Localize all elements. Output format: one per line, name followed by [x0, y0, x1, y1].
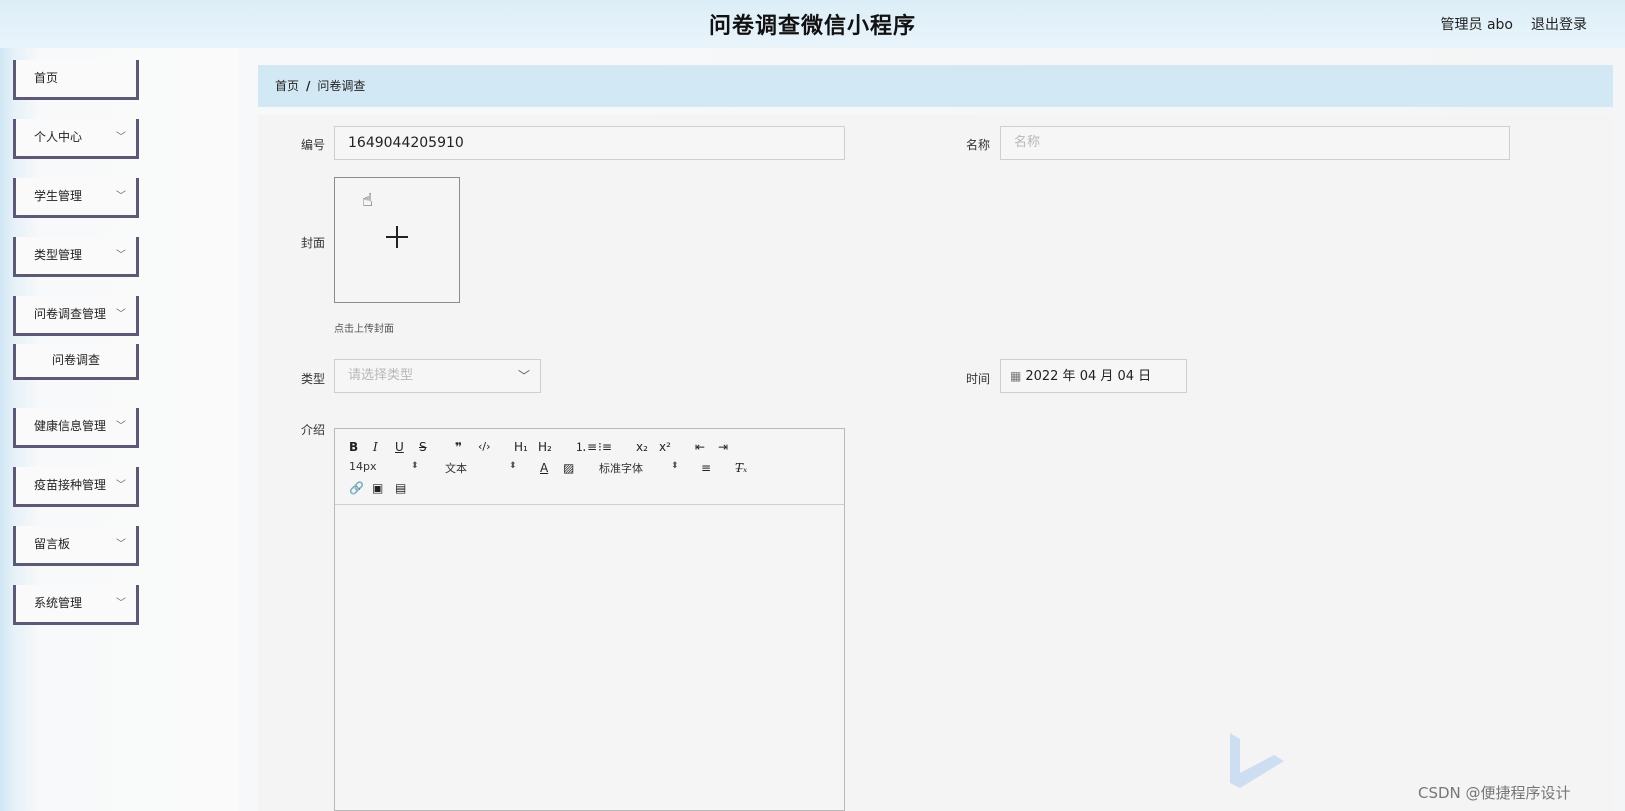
- breadcrumb-home[interactable]: 首页: [275, 79, 299, 93]
- date-picker[interactable]: ▦ 2022 年 04 月 04 日: [1000, 359, 1187, 393]
- sidebar-item-home[interactable]: 首页: [13, 60, 139, 100]
- cover-upload-hint: 点击上传封面: [334, 324, 394, 335]
- sidebar-item-label: 学生管理: [34, 189, 83, 203]
- sidebar-item-health-info-management[interactable]: 健康信息管理 ﹀: [13, 408, 139, 448]
- plus-icon: [386, 226, 408, 248]
- underline-button[interactable]: U: [395, 439, 404, 455]
- name-input[interactable]: 名称: [1000, 126, 1510, 160]
- updown-arrow-icon: ⬍: [509, 461, 517, 471]
- hand-cursor-icon: ☝: [362, 190, 373, 211]
- sidebar-item-survey-management[interactable]: 问卷调查管理 ﹀: [13, 296, 139, 336]
- font-size-select[interactable]: 14px ⬍: [349, 460, 419, 473]
- sidebar-item-personal-center[interactable]: 个人中心 ﹀: [13, 119, 139, 159]
- link-icon[interactable]: 🔗: [349, 480, 364, 496]
- chevron-down-icon: ﹀: [116, 539, 126, 550]
- video-icon[interactable]: ▤: [395, 480, 406, 496]
- sidebar-item-label: 留言板: [34, 537, 71, 551]
- bold-button[interactable]: B: [349, 439, 358, 455]
- header-select-value: 文本: [445, 462, 467, 475]
- number-label: 编号: [301, 138, 326, 152]
- font-family-value: 标准字体: [599, 462, 643, 475]
- chevron-down-icon: ﹀: [517, 369, 530, 383]
- bullet-list-icon[interactable]: ⁝≡: [598, 439, 612, 455]
- editor-toolbar: B I U S ❞ ‹/› H₁ H₂ ⒈≡ ⁝≡ x₂ x² ⇤ ⇥ 14px…: [335, 429, 844, 505]
- code-block-icon[interactable]: ‹/›: [478, 439, 491, 455]
- sidebar-item-label: 类型管理: [34, 248, 83, 262]
- heading1-button[interactable]: H₁: [514, 439, 528, 455]
- page-title: 问卷调查微信小程序: [708, 14, 916, 39]
- clear-format-icon[interactable]: T̶ₓ: [735, 460, 747, 476]
- chevron-down-icon: ﹀: [116, 309, 126, 320]
- sidebar-item-label: 首页: [34, 71, 59, 85]
- breadcrumb-separator: /: [306, 79, 311, 93]
- sidebar-item-system-management[interactable]: 系统管理 ﹀: [13, 585, 139, 625]
- type-select[interactable]: 请选择类型 ﹀: [334, 359, 541, 393]
- image-icon[interactable]: ▣: [372, 480, 383, 496]
- date-value: 2022 年 04 月 04 日: [1025, 369, 1152, 384]
- rich-text-editor: B I U S ❞ ‹/› H₁ H₂ ⒈≡ ⁝≡ x₂ x² ⇤ ⇥ 14px…: [334, 428, 845, 811]
- intro-label: 介绍: [301, 423, 326, 437]
- font-size-value: 14px: [349, 460, 377, 473]
- watermark: CSDN @便捷程序设计: [1418, 784, 1571, 802]
- font-family-select[interactable]: 标准字体 ⬍: [599, 460, 679, 476]
- decorative-logo-icon: [1230, 733, 1284, 788]
- ordered-list-icon[interactable]: ⒈≡: [575, 439, 597, 455]
- current-user: 管理员 abo: [1440, 17, 1513, 33]
- breadcrumb-current: 问卷调查: [317, 79, 366, 93]
- header-select[interactable]: 文本 ⬍: [445, 460, 517, 476]
- sidebar-subitem-label: 问卷调查: [51, 353, 100, 367]
- updown-arrow-icon: ⬍: [671, 461, 679, 471]
- logout-button[interactable]: 退出登录: [1531, 14, 1587, 34]
- sidebar-item-vaccination-management[interactable]: 疫苗接种管理 ﹀: [13, 467, 139, 507]
- editor-content-area[interactable]: [335, 506, 844, 810]
- cover-label: 封面: [301, 236, 326, 250]
- chevron-down-icon: ﹀: [116, 250, 126, 261]
- superscript-button[interactable]: x²: [659, 439, 671, 455]
- outdent-icon[interactable]: ⇤: [695, 439, 705, 455]
- blockquote-icon[interactable]: ❞: [455, 439, 462, 455]
- heading2-button[interactable]: H₂: [538, 439, 552, 455]
- calendar-icon: ▦: [1010, 369, 1022, 383]
- sidebar-item-label: 健康信息管理: [34, 419, 107, 433]
- cover-upload[interactable]: ☝: [334, 177, 460, 303]
- name-label: 名称: [966, 138, 991, 152]
- indent-icon[interactable]: ⇥: [718, 439, 728, 455]
- type-label: 类型: [301, 372, 326, 386]
- sidebar-item-type-management[interactable]: 类型管理 ﹀: [13, 237, 139, 277]
- time-label: 时间: [966, 372, 991, 386]
- type-select-placeholder: 请选择类型: [348, 368, 414, 383]
- number-input[interactable]: 1649044205910: [334, 126, 845, 160]
- sidebar-item-label: 个人中心: [34, 130, 83, 144]
- header: 问卷调查微信小程序 管理员 abo 退出登录: [0, 0, 1625, 48]
- chevron-down-icon: ﹀: [116, 598, 126, 609]
- sidebar-subitem-survey[interactable]: 问卷调查: [13, 344, 139, 380]
- chevron-down-icon: ﹀: [116, 132, 126, 143]
- background-color-icon[interactable]: ▨: [563, 460, 574, 476]
- sidebar-item-label: 疫苗接种管理: [34, 478, 107, 492]
- chevron-down-icon: ﹀: [116, 191, 126, 202]
- breadcrumb: 首页 / 问卷调查: [258, 65, 1613, 107]
- strikethrough-button[interactable]: S: [419, 439, 427, 455]
- chevron-down-icon: ﹀: [116, 480, 126, 491]
- align-icon[interactable]: ≡: [701, 460, 711, 476]
- subscript-button[interactable]: x₂: [636, 439, 648, 455]
- sidebar-item-label: 系统管理: [34, 596, 83, 610]
- sidebar-item-label: 问卷调查管理: [34, 307, 107, 321]
- updown-arrow-icon: ⬍: [411, 461, 419, 471]
- chevron-down-icon: ﹀: [116, 421, 126, 432]
- italic-button[interactable]: I: [373, 439, 378, 455]
- sidebar-item-student-management[interactable]: 学生管理 ﹀: [13, 178, 139, 218]
- font-color-icon[interactable]: A: [540, 460, 548, 476]
- sidebar-item-message-board[interactable]: 留言板 ﹀: [13, 526, 139, 566]
